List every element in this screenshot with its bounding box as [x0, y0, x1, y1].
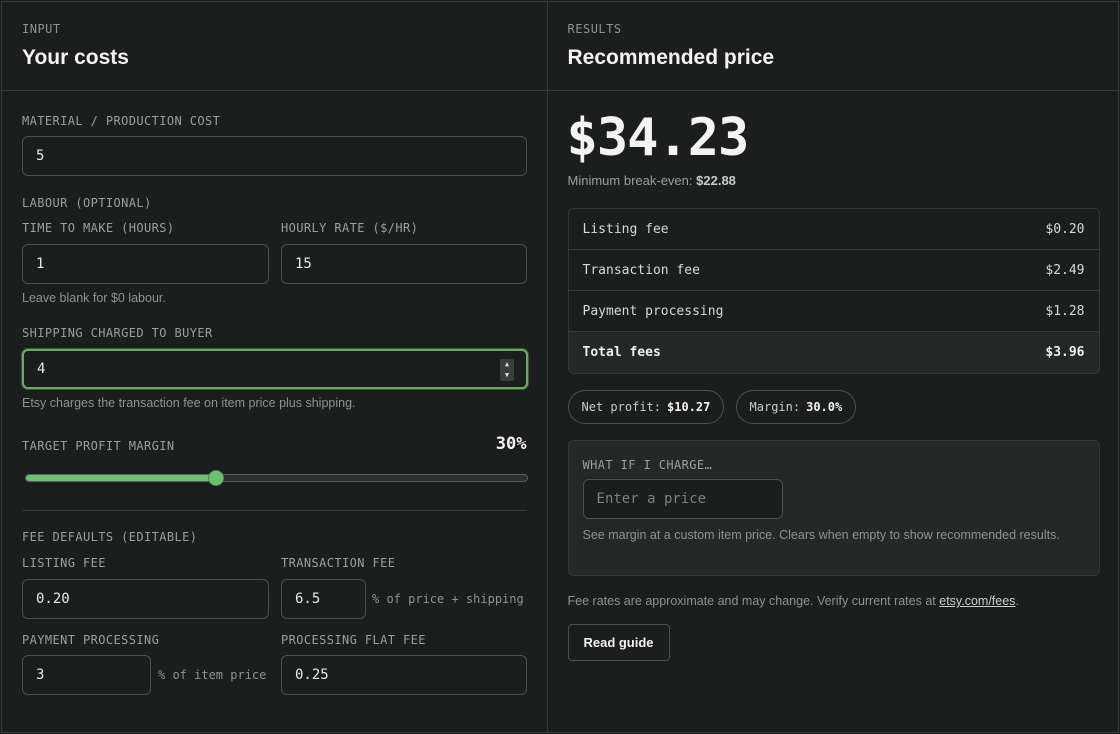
transaction-fee-label: TRANSACTION FEE: [281, 556, 396, 570]
fee-row-transaction: Transaction fee $2.49: [568, 250, 1099, 291]
breakeven-label: Minimum break-even:: [567, 173, 693, 188]
results-panel: RESULTS Recommended price $34.23 Minimum…: [547, 2, 1118, 732]
payment-processing-input[interactable]: 3: [22, 655, 151, 695]
payment-processing-label: PAYMENT PROCESSING: [22, 633, 160, 647]
listing-fee-label: LISTING FEE: [22, 556, 106, 570]
read-guide-button[interactable]: Read guide: [567, 624, 670, 661]
margin-pill-value: 30.0%: [806, 400, 843, 414]
margin-slider-fill: [26, 475, 217, 481]
etsy-fees-link[interactable]: etsy.com/fees: [939, 594, 1015, 608]
fee-row-label: Transaction fee: [582, 262, 700, 278]
recommended-price: $34.23: [566, 108, 750, 168]
disclaimer-end: .: [1015, 594, 1019, 608]
time-label: TIME TO MAKE (HOURS): [22, 221, 175, 235]
shipping-label: SHIPPING CHARGED TO BUYER: [22, 326, 213, 340]
labour-hint: Leave blank for $0 labour.: [22, 291, 166, 305]
time-to-make-input[interactable]: 1: [22, 244, 269, 284]
input-panel-header: INPUT Your costs: [2, 2, 547, 91]
input-eyebrow: INPUT: [22, 22, 61, 36]
payment-processing-unit: % of item price: [158, 668, 267, 682]
disclaimer-text: Fee rates are approximate and may change…: [567, 594, 936, 608]
hourly-rate-input[interactable]: 15: [281, 244, 527, 284]
what-if-label: WHAT IF I CHARGE…: [582, 458, 713, 472]
total-fees-value: $3.96: [1045, 345, 1085, 360]
what-if-card: WHAT IF I CHARGE… Enter a price See marg…: [567, 440, 1100, 576]
calculator-frame: INPUT Your costs MATERIAL / PRODUCTION C…: [1, 1, 1119, 733]
results-panel-header: RESULTS Recommended price: [547, 2, 1118, 91]
total-fees-label: Total fees: [582, 345, 661, 360]
material-label: MATERIAL / PRODUCTION COST: [22, 114, 221, 128]
fee-row-processing: Payment processing $1.28: [568, 291, 1099, 332]
breakeven-line: Minimum break-even: $22.88: [568, 173, 736, 188]
results-eyebrow: RESULTS: [567, 22, 622, 36]
net-profit-pill: Net profit: $10.27: [567, 390, 725, 424]
fee-defaults-label: FEE DEFAULTS (EDITABLE): [22, 530, 198, 544]
fee-row-label: Payment processing: [582, 303, 724, 319]
fee-row-value: $0.20: [1045, 221, 1085, 237]
margin-slider[interactable]: [25, 474, 528, 482]
margin-label: TARGET PROFIT MARGIN: [22, 439, 175, 453]
transaction-fee-unit: % of price + shipping: [372, 592, 524, 606]
fee-breakdown-table: Listing fee $0.20 Transaction fee $2.49 …: [567, 208, 1100, 374]
fee-row-total: Total fees $3.96: [568, 332, 1099, 373]
section-divider: [22, 510, 527, 511]
shipping-hint: Etsy charges the transaction fee on item…: [22, 396, 356, 410]
processing-flat-fee-input[interactable]: 0.25: [281, 655, 527, 695]
labour-section-label: LABOUR (OPTIONAL): [22, 196, 152, 210]
fee-row-value: $2.49: [1045, 262, 1085, 278]
what-if-hint: See margin at a custom item price. Clear…: [582, 528, 1060, 542]
net-profit-label: Net profit:: [581, 400, 661, 414]
results-title: Recommended price: [567, 46, 775, 69]
fee-row-value: $1.28: [1045, 303, 1085, 319]
margin-pill-label: Margin:: [749, 400, 801, 414]
up-down-stepper-icon[interactable]: ▲ ▼: [500, 359, 514, 381]
margin-pill: Margin: 30.0%: [735, 390, 857, 424]
listing-fee-input[interactable]: 0.20: [22, 579, 269, 619]
rate-label: HOURLY RATE ($/HR): [281, 221, 419, 235]
transaction-fee-input[interactable]: 6.5: [281, 579, 366, 619]
margin-slider-thumb[interactable]: [208, 470, 225, 486]
margin-value: 30%: [495, 434, 527, 454]
material-cost-input[interactable]: 5: [22, 136, 527, 176]
input-title: Your costs: [22, 46, 129, 69]
breakeven-value: $22.88: [696, 173, 736, 188]
net-profit-value: $10.27: [667, 400, 711, 414]
what-if-price-input[interactable]: Enter a price: [582, 479, 783, 519]
fee-disclaimer: Fee rates are approximate and may change…: [568, 594, 1019, 608]
shipping-value: 4: [37, 361, 46, 377]
fee-row-listing: Listing fee $0.20: [568, 209, 1099, 250]
fee-row-label: Listing fee: [582, 221, 669, 237]
shipping-input[interactable]: 4 ▲ ▼: [22, 349, 528, 389]
input-panel: INPUT Your costs MATERIAL / PRODUCTION C…: [2, 2, 548, 732]
processing-flat-label: PROCESSING FLAT FEE: [281, 633, 426, 647]
